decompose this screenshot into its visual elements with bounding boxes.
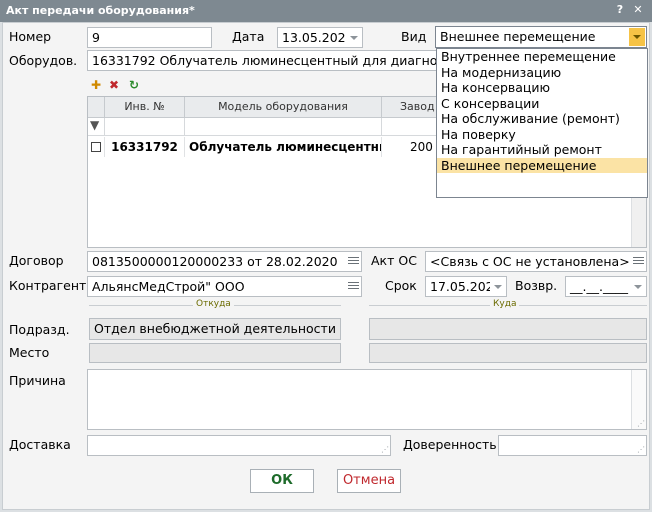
type-option[interactable]: На гарантийный ремонт — [437, 142, 647, 158]
form-body: Номер 9 Дата 13.05.2021 Вид Внешнее пере… — [2, 22, 650, 510]
type-value: Внешнее перемещение — [440, 29, 596, 44]
date-dropdown-icon[interactable] — [346, 28, 362, 47]
term-dropdown-icon[interactable] — [490, 277, 506, 296]
to-place-field[interactable] — [369, 343, 647, 363]
contractor-list-icon[interactable] — [348, 280, 359, 292]
row-factory: 200 — [382, 137, 442, 157]
type-option[interactable]: На модернизацию — [437, 65, 647, 81]
date-value: 13.05.2021 — [282, 30, 354, 45]
asset-act-list-icon[interactable] — [633, 255, 644, 267]
to-department-field[interactable] — [369, 318, 647, 340]
asset-act-label: Акт ОС — [371, 253, 417, 268]
title-bar: Акт передачи оборудования* ? ✕ — [0, 0, 652, 22]
delivery-label: Доставка — [9, 437, 71, 452]
window-title: Акт передачи оборудования* — [6, 4, 195, 17]
ok-button[interactable]: ОК — [250, 469, 314, 493]
column-header-factory[interactable]: Завод — [382, 97, 442, 118]
type-dropdown-list[interactable]: Внутреннее перемещение На модернизацию Н… — [436, 48, 648, 198]
row-model: Облучатель люминесцентный для — [185, 137, 382, 157]
asset-act-field[interactable]: <Связь с ОС не установлена> — [425, 251, 647, 272]
return-label: Возвр. — [515, 278, 558, 293]
from-department-field[interactable]: Отдел внебюджетной деятельности — [89, 318, 341, 340]
type-option[interactable]: С консервации — [437, 96, 647, 112]
term-label: Срок — [385, 278, 417, 293]
to-group-title: Куда — [490, 299, 520, 309]
refresh-icon[interactable]: ↻ — [127, 78, 141, 92]
type-option[interactable]: Внутреннее перемещение — [437, 49, 647, 65]
column-header-inv[interactable]: Инв. № — [105, 97, 185, 118]
cancel-button[interactable]: Отмена — [337, 469, 401, 493]
column-header-model[interactable]: Модель оборудования — [185, 97, 382, 118]
type-option[interactable]: На консервацию — [437, 80, 647, 96]
power-of-attorney-field[interactable]: ⋰ — [498, 435, 647, 456]
contract-list-icon[interactable] — [348, 255, 359, 267]
filter-model[interactable] — [185, 118, 382, 136]
filter-inv[interactable] — [105, 118, 185, 136]
number-field[interactable]: 9 — [87, 27, 212, 48]
type-option[interactable]: На обслуживание (ремонт) — [437, 111, 647, 127]
close-button[interactable]: ✕ — [630, 3, 646, 16]
contract-field[interactable]: 0813500000120000233 от 28.02.2020 — [87, 251, 362, 272]
type-option-selected[interactable]: Внешнее перемещение — [437, 157, 647, 173]
filter-icon[interactable]: ▼ — [88, 118, 105, 136]
select-column-header — [88, 97, 105, 118]
filter-factory[interactable] — [382, 118, 442, 136]
from-group-title: Откуда — [193, 299, 234, 309]
resize-grip-icon[interactable]: ⋰ — [381, 446, 389, 454]
reason-textarea[interactable]: ⋰ — [87, 369, 647, 430]
type-select[interactable]: Внешнее перемещение — [435, 26, 647, 48]
reason-label: Причина — [9, 373, 66, 388]
number-label: Номер — [9, 29, 52, 44]
resize-grip-icon[interactable]: ⋰ — [637, 420, 645, 428]
power-of-attorney-label: Доверенность — [403, 437, 497, 452]
from-place-field[interactable] — [89, 343, 341, 363]
contract-label: Договор — [9, 253, 64, 268]
delivery-field[interactable]: ⋰ — [87, 435, 391, 456]
row-checkbox[interactable] — [88, 137, 105, 157]
return-date-field[interactable]: __.__.____ — [565, 276, 647, 297]
type-option[interactable]: На поверку — [437, 127, 647, 143]
type-dropdown-icon[interactable] — [629, 28, 645, 46]
department-label: Подразд. — [9, 322, 70, 337]
row-inv: 16331792 — [105, 137, 185, 157]
dialog-window: Акт передачи оборудования* ? ✕ Номер 9 Д… — [0, 0, 652, 512]
date-field[interactable]: 13.05.2021 — [277, 27, 363, 48]
help-button[interactable]: ? — [612, 3, 628, 16]
add-icon[interactable]: ✚ — [89, 78, 103, 92]
date-label: Дата — [232, 29, 265, 44]
delete-icon[interactable]: ✖ — [107, 78, 121, 92]
type-label: Вид — [401, 29, 427, 44]
term-date-field[interactable]: 17.05.2021 — [425, 276, 507, 297]
contractor-field[interactable]: АльянсМедСтрой" ООО — [87, 276, 362, 297]
resize-grip-icon[interactable]: ⋰ — [637, 446, 645, 454]
equipment-label: Оборудов. — [9, 53, 78, 68]
equipment-field[interactable]: 16331792 Облучатель люминесцентный для д… — [87, 50, 437, 71]
contractor-label: Контрагент — [9, 278, 87, 293]
return-dropdown-icon[interactable] — [630, 277, 646, 296]
place-label: Место — [9, 345, 50, 360]
